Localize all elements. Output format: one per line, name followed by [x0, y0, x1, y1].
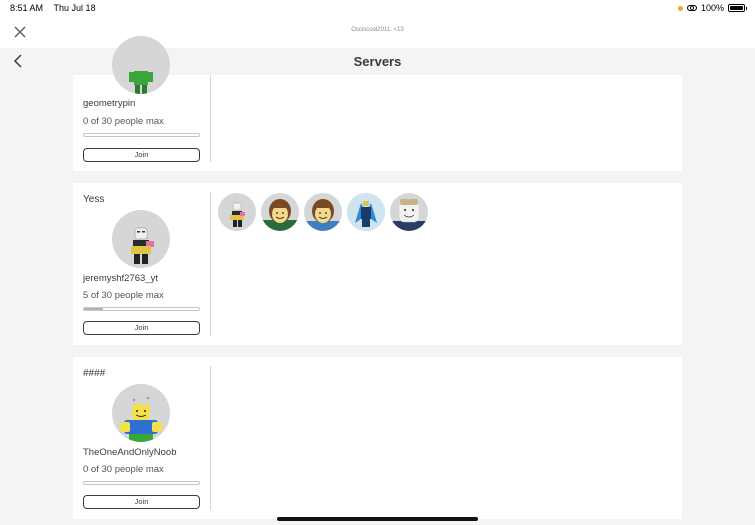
top-bar: Osciscool2011: <13	[0, 16, 755, 48]
host-name[interactable]: TheOneAndOnlyNoob	[83, 447, 176, 458]
noob-avatar-icon[interactable]	[112, 384, 170, 442]
status-date: Thu Jul 18	[53, 3, 96, 13]
link-icon	[686, 4, 697, 12]
capacity-text: 5 of 30 people max	[83, 290, 164, 301]
host-name[interactable]: geometrypin	[83, 98, 135, 109]
server-name: Yess	[83, 194, 105, 205]
account-label: Osciscool2011: <13	[351, 27, 404, 33]
server-card: #### TheOneAndOnlyNoob 0 of 30 people ma…	[73, 357, 682, 519]
server-card: geometrypin 0 of 30 people max Join	[73, 36, 682, 171]
card-divider	[210, 192, 211, 336]
battery-icon	[728, 4, 747, 12]
join-button[interactable]: Join	[83, 148, 200, 162]
status-time: 8:51 AM	[10, 3, 44, 13]
card-divider	[210, 366, 211, 510]
join-button[interactable]: Join	[83, 321, 200, 335]
join-button[interactable]: Join	[83, 495, 200, 509]
capacity-progress-bar	[83, 481, 200, 485]
status-right: 100%	[677, 3, 747, 13]
capacity-text: 0 of 30 people max	[83, 116, 164, 127]
status-bar: 8:51 AM Thu Jul 18 100%	[0, 0, 755, 16]
player-avatar-4[interactable]	[347, 193, 385, 231]
jeremyshf-avatar-icon[interactable]	[112, 210, 170, 268]
privacy-dot-icon	[677, 5, 683, 11]
player-avatar-1[interactable]	[218, 193, 256, 231]
server-name: ####	[83, 368, 106, 379]
player-avatar-5[interactable]	[390, 193, 428, 231]
card-divider	[210, 75, 211, 162]
status-left: 8:51 AM Thu Jul 18	[10, 3, 96, 13]
progress-fill	[84, 308, 104, 310]
capacity-text: 0 of 30 people max	[83, 464, 164, 475]
player-avatar-2[interactable]	[261, 193, 299, 231]
capacity-progress-bar	[83, 133, 200, 137]
player-list	[218, 193, 428, 231]
server-card: Yess jeremyshf2763_yt 5 of 30 people max…	[73, 183, 682, 345]
capacity-progress-bar	[83, 307, 200, 311]
player-avatar-3[interactable]	[304, 193, 342, 231]
home-indicator[interactable]	[277, 517, 478, 521]
battery-percent: 100%	[700, 3, 724, 13]
host-name[interactable]: jeremyshf2763_yt	[83, 273, 158, 284]
green-avatar-icon	[112, 36, 170, 94]
